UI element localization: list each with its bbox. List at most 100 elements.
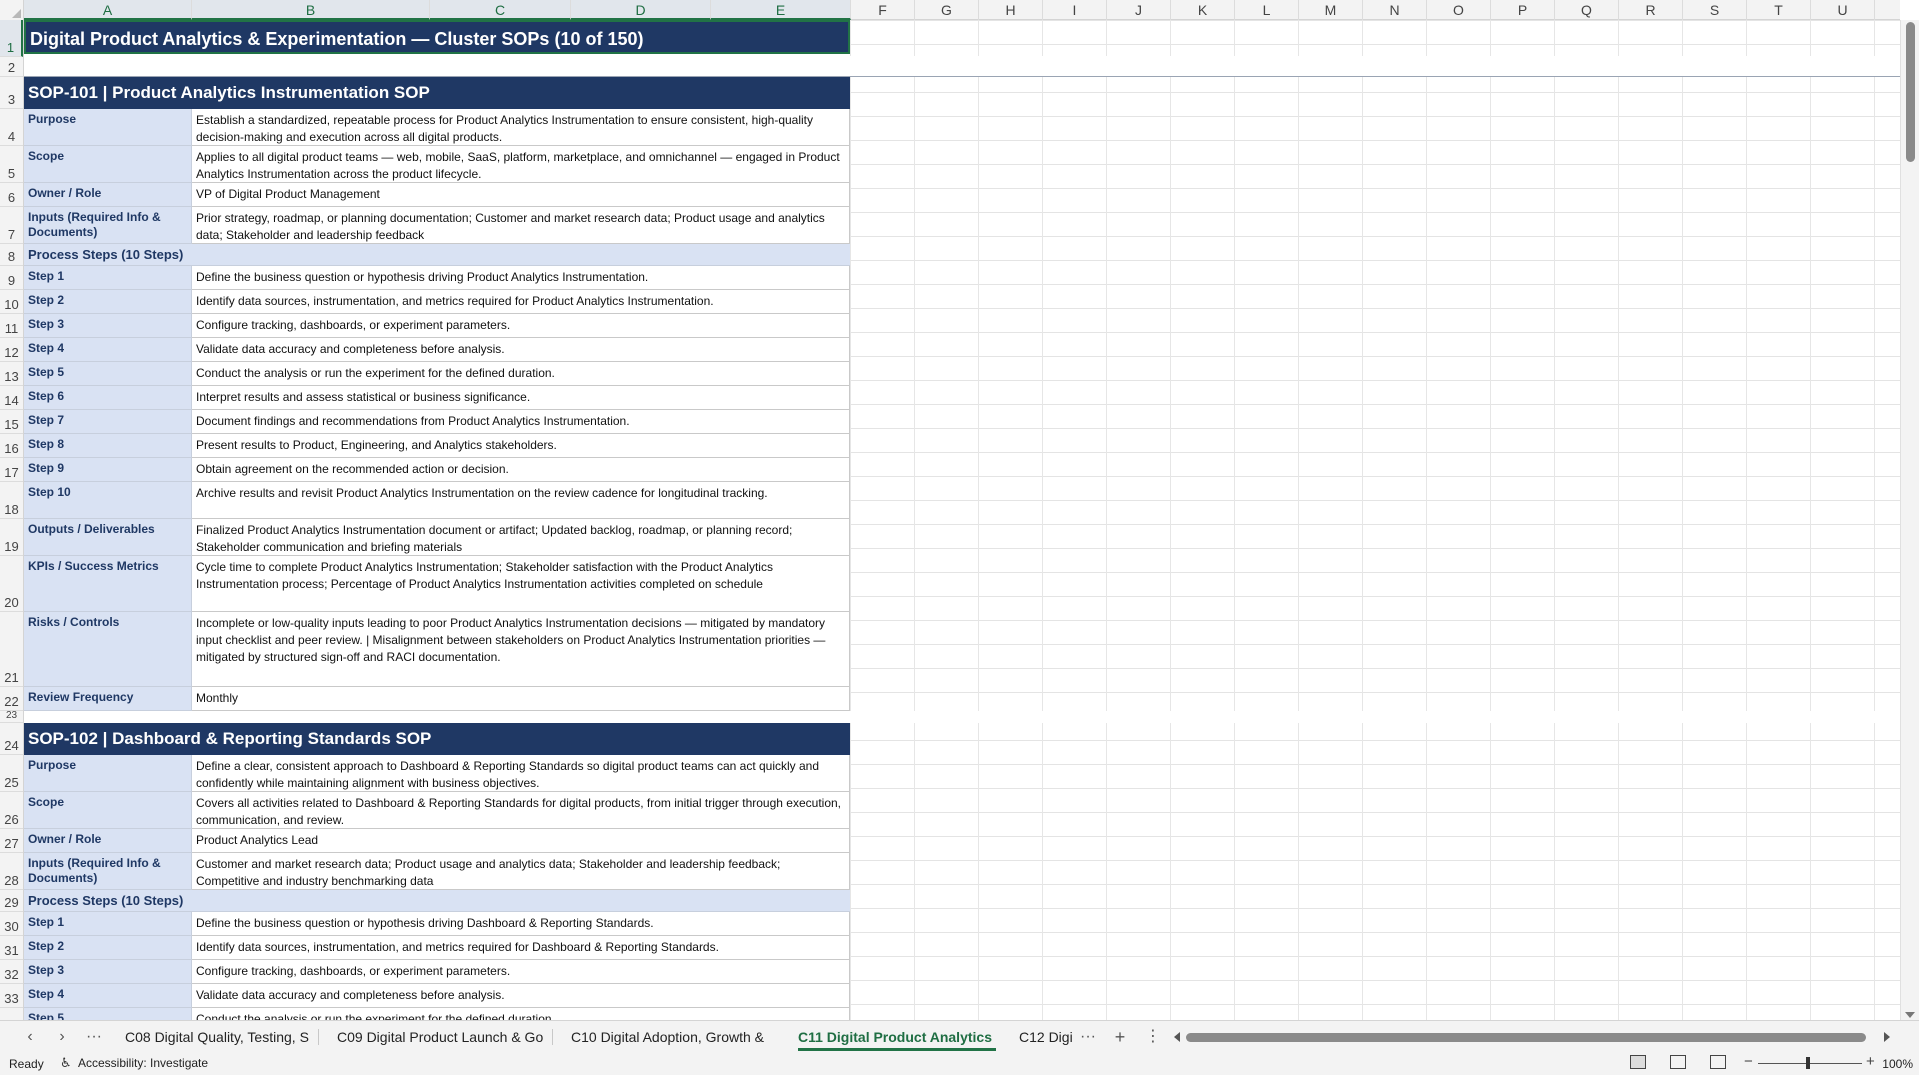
step-label[interactable]: Step 6 — [24, 386, 192, 410]
step-label[interactable]: Step 8 — [24, 434, 192, 458]
zoom-slider[interactable] — [1758, 1063, 1862, 1064]
column-header-i[interactable]: I — [1043, 0, 1107, 20]
process-steps-heading[interactable]: Process Steps (10 Steps) — [24, 244, 850, 266]
owner-value[interactable]: Product Analytics Lead — [192, 829, 850, 853]
risks-label[interactable]: Risks / Controls — [24, 612, 192, 687]
row-header[interactable]: 33 — [0, 984, 23, 1008]
sheet-tab-c08[interactable]: C08 Digital Quality, Testing, S — [125, 1025, 309, 1049]
owner-value[interactable]: VP of Digital Product Management — [192, 183, 850, 207]
step-text[interactable]: Interpret results and assess statistical… — [192, 386, 850, 410]
row-header[interactable]: 30 — [0, 912, 23, 936]
column-header-p[interactable]: P — [1491, 0, 1555, 20]
row-header[interactable]: 19 — [0, 519, 23, 556]
step-text[interactable]: Present results to Product, Engineering,… — [192, 434, 850, 458]
prev-sheet-arrow-icon[interactable]: ‹ — [22, 1025, 38, 1049]
column-header-s[interactable]: S — [1683, 0, 1747, 20]
column-header-k[interactable]: K — [1171, 0, 1235, 20]
zoom-in-icon[interactable]: + — [1866, 1053, 1875, 1070]
row-23-blank[interactable] — [24, 711, 1900, 723]
column-header-j[interactable]: J — [1107, 0, 1171, 20]
zoom-slider-handle[interactable] — [1806, 1057, 1810, 1069]
column-header-q[interactable]: Q — [1555, 0, 1619, 20]
more-sheets-left-icon[interactable]: ··· — [84, 1025, 104, 1049]
column-header-t[interactable]: T — [1747, 0, 1811, 20]
inputs-value[interactable]: Customer and market research data; Produ… — [192, 853, 850, 890]
scope-label[interactable]: Scope — [24, 792, 192, 829]
column-header-e[interactable]: E — [711, 0, 851, 20]
sheet-tab-c12[interactable]: C12 Digi — [1019, 1025, 1075, 1049]
add-sheet-icon[interactable]: + — [1111, 1025, 1129, 1049]
purpose-label[interactable]: Purpose — [24, 109, 192, 146]
step-label[interactable]: Step 9 — [24, 458, 192, 482]
inputs-label[interactable]: Inputs (Required Info & Documents) — [24, 853, 192, 890]
row-header[interactable]: 20 — [0, 556, 23, 612]
step-label[interactable]: Step 4 — [24, 338, 192, 362]
step-label[interactable]: Step 7 — [24, 410, 192, 434]
step-text[interactable]: Define the business question or hypothes… — [192, 266, 850, 290]
review-frequency-label[interactable]: Review Frequency — [24, 687, 192, 711]
purpose-value[interactable]: Define a clear, consistent approach to D… — [192, 755, 850, 792]
sheet-tab-c11[interactable]: C11 Digital Product Analytics & — [798, 1025, 996, 1051]
sheet-options-icon[interactable]: ⋮ — [1145, 1025, 1161, 1049]
row-header[interactable]: 17 — [0, 458, 23, 482]
row-header[interactable]: 1 — [0, 20, 23, 57]
step-label[interactable]: Step 5 — [24, 1008, 192, 1020]
sheet-tab-c10[interactable]: C10 Digital Adoption, Growth & — [571, 1025, 771, 1049]
scope-value[interactable]: Covers all activities related to Dashboa… — [192, 792, 850, 829]
zoom-out-icon[interactable]: − — [1744, 1053, 1753, 1070]
row-header[interactable]: 3 — [0, 77, 23, 109]
more-sheets-right-icon[interactable]: ··· — [1078, 1025, 1098, 1049]
column-header-r[interactable]: R — [1619, 0, 1683, 20]
step-text[interactable]: Identify data sources, instrumentation, … — [192, 936, 850, 960]
scroll-right-arrow-icon[interactable] — [1884, 1032, 1890, 1042]
purpose-label[interactable]: Purpose — [24, 755, 192, 792]
normal-view-icon[interactable] — [1630, 1055, 1646, 1069]
kpis-label[interactable]: KPIs / Success Metrics — [24, 556, 192, 612]
outputs-value[interactable]: Finalized Product Analytics Instrumentat… — [192, 519, 850, 556]
step-text[interactable]: Conduct the analysis or run the experime… — [192, 362, 850, 386]
row-header[interactable]: 22 — [0, 687, 23, 711]
row-header[interactable]: 5 — [0, 146, 23, 183]
owner-label[interactable]: Owner / Role — [24, 829, 192, 853]
page-layout-view-icon[interactable] — [1670, 1055, 1686, 1069]
step-label[interactable]: Step 3 — [24, 314, 192, 338]
row-header[interactable]: 16 — [0, 434, 23, 458]
row-header[interactable]: 24 — [0, 723, 23, 755]
inputs-value[interactable]: Prior strategy, roadmap, or planning doc… — [192, 207, 850, 244]
row-header[interactable]: 8 — [0, 244, 23, 266]
row-2-blank[interactable] — [24, 56, 1900, 77]
row-header[interactable]: 15 — [0, 410, 23, 434]
column-header-d[interactable]: D — [571, 0, 711, 20]
step-text[interactable]: Identify data sources, instrumentation, … — [192, 290, 850, 314]
step-label[interactable]: Step 2 — [24, 290, 192, 314]
row-header[interactable]: 4 — [0, 109, 23, 146]
kpis-value[interactable]: Cycle time to complete Product Analytics… — [192, 556, 850, 612]
column-header-b[interactable]: B — [192, 0, 430, 20]
row-header[interactable]: 12 — [0, 338, 23, 362]
column-header-m[interactable]: M — [1299, 0, 1363, 20]
row-header[interactable]: 25 — [0, 755, 23, 792]
step-label[interactable]: Step 1 — [24, 266, 192, 290]
title-cell[interactable]: Digital Product Analytics & Experimentat… — [24, 20, 850, 54]
step-text[interactable]: Obtain agreement on the recommended acti… — [192, 458, 850, 482]
step-label[interactable]: Step 2 — [24, 936, 192, 960]
row-header[interactable]: 31 — [0, 936, 23, 960]
row-header[interactable]: 2 — [0, 57, 23, 77]
step-text[interactable]: Archive results and revisit Product Anal… — [192, 482, 850, 519]
step-label[interactable]: Step 3 — [24, 960, 192, 984]
step-label[interactable]: Step 10 — [24, 482, 192, 519]
column-header-g[interactable]: G — [915, 0, 979, 20]
row-header[interactable]: 11 — [0, 314, 23, 338]
row-header[interactable]: 26 — [0, 792, 23, 829]
process-steps-heading[interactable]: Process Steps (10 Steps) — [24, 890, 850, 912]
vertical-scroll-thumb[interactable] — [1906, 22, 1915, 162]
row-header[interactable]: 7 — [0, 207, 23, 244]
row-header[interactable]: 28 — [0, 853, 23, 890]
row-header[interactable]: 27 — [0, 829, 23, 853]
zoom-level[interactable]: 100% — [1882, 1057, 1913, 1071]
scope-value[interactable]: Applies to all digital product teams — w… — [192, 146, 850, 183]
sheet-tab-c09[interactable]: C09 Digital Product Launch & Go — [337, 1025, 543, 1049]
horizontal-scroll-thumb[interactable] — [1186, 1033, 1866, 1042]
inputs-label[interactable]: Inputs (Required Info & Documents) — [24, 207, 192, 244]
risks-value[interactable]: Incomplete or low-quality inputs leading… — [192, 612, 850, 687]
